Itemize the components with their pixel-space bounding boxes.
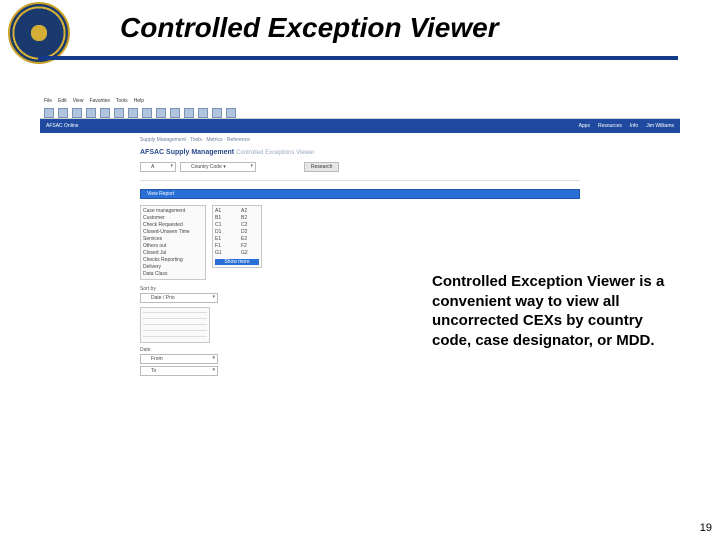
view-report-button[interactable]: View Report [140, 189, 580, 199]
code-cell[interactable]: C2 [241, 222, 257, 228]
browser-toolbar [40, 108, 680, 119]
menu-item[interactable]: Edit [58, 98, 67, 106]
toolbar-icon[interactable] [114, 108, 124, 118]
toolbar-icon[interactable] [128, 108, 138, 118]
toolbar-icon[interactable] [212, 108, 222, 118]
menu-item[interactable]: Favorites [89, 98, 110, 106]
code-cell[interactable]: E1 [215, 236, 231, 242]
toolbar-icon[interactable] [58, 108, 68, 118]
toolbar-icon[interactable] [72, 108, 82, 118]
toolbar-icon[interactable] [226, 108, 236, 118]
code-cell[interactable]: D2 [241, 229, 257, 235]
code-cell[interactable]: D1 [215, 229, 231, 235]
app-header: AFSAC Online Apps Resources Info Jim Wil… [40, 119, 680, 133]
list-item[interactable]: Customer [143, 215, 203, 221]
app-brand: AFSAC Online [46, 123, 79, 129]
page-title: AFSAC Supply Management Controlled Excep… [40, 147, 680, 158]
toolbar-icon[interactable] [184, 108, 194, 118]
nav-link[interactable]: Info [630, 123, 638, 129]
nav-user[interactable]: Jim Williams [646, 123, 674, 129]
code-cell[interactable]: E2 [241, 236, 257, 242]
list-item[interactable]: Closed Jul [143, 250, 203, 256]
code-list[interactable]: A1 A2 B1 B2 C1 C2 D1 D2 E1 E2 F1 F2 G1 G2 Show … [212, 205, 262, 268]
nav-link[interactable]: Apps [579, 123, 590, 129]
code-cell[interactable]: B2 [241, 215, 257, 221]
toolbar-icon[interactable] [86, 108, 96, 118]
sort-label: Sort by [140, 286, 210, 292]
list-item[interactable]: Case management [143, 208, 203, 214]
toolbar-icon[interactable] [44, 108, 54, 118]
toolbar-icon[interactable] [170, 108, 180, 118]
page-number: 19 [700, 522, 712, 534]
nav-link[interactable]: Resources [598, 123, 622, 129]
result-preview-box [140, 307, 210, 343]
menu-item[interactable]: Tools [116, 98, 128, 106]
code-cell[interactable]: G2 [241, 250, 257, 256]
app-screenshot: File Edit View Favorites Tools Help AFSA… [40, 96, 680, 426]
code-cell[interactable]: B1 [215, 215, 231, 221]
code-cell[interactable]: F1 [215, 243, 231, 249]
list-item[interactable]: Data Class [143, 271, 203, 277]
title-underline [38, 56, 678, 60]
breadcrumb: Supply Management · Tools · Metrics · Re… [40, 133, 680, 147]
list-item[interactable]: Closed-Unseen Time [143, 229, 203, 235]
code-cell[interactable]: G1 [215, 250, 231, 256]
list-item[interactable]: Services [143, 236, 203, 242]
list-item[interactable]: Delivery [143, 264, 203, 270]
sort-dropdown[interactable]: Date / Prio [140, 293, 218, 303]
code-cell[interactable]: C1 [215, 222, 231, 228]
list-item[interactable]: Check Requested [143, 222, 203, 228]
slide-caption: Controlled Exception Viewer is a conveni… [432, 272, 682, 350]
research-button[interactable]: Research [304, 162, 339, 172]
toolbar-icon[interactable] [100, 108, 110, 118]
date-to-input[interactable]: To [140, 366, 218, 376]
toolbar-icon[interactable] [198, 108, 208, 118]
toolbar-icon[interactable] [156, 108, 166, 118]
page-title-sub: Controlled Exceptions Viewer [236, 150, 314, 156]
date-from-input[interactable]: From [140, 354, 218, 364]
list-item[interactable]: Checks Reporting [143, 257, 203, 263]
agency-seal-icon [8, 2, 70, 64]
page-title-main: AFSAC Supply Management [140, 149, 234, 156]
filter-row: A Country Code ▾ Research [140, 162, 580, 172]
toolbar-icon[interactable] [142, 108, 152, 118]
menu-item[interactable]: View [73, 98, 84, 106]
date-label: Date [140, 347, 210, 353]
menu-item[interactable]: Help [134, 98, 144, 106]
filter-country-dropdown[interactable]: Country Code ▾ [180, 162, 256, 172]
code-cell[interactable]: F2 [241, 243, 257, 249]
list-item[interactable]: Others out [143, 243, 203, 249]
code-cell[interactable]: A1 [215, 208, 231, 214]
show-more-link[interactable]: Show more [215, 259, 259, 265]
filter-letter-dropdown[interactable]: A [140, 162, 176, 172]
slide-title: Controlled Exception Viewer [120, 12, 499, 44]
browser-menubar: File Edit View Favorites Tools Help [40, 96, 680, 108]
code-cell[interactable]: A2 [241, 208, 257, 214]
menu-item[interactable]: File [44, 98, 52, 106]
category-list[interactable]: Case management Customer Check Requested… [140, 205, 206, 280]
